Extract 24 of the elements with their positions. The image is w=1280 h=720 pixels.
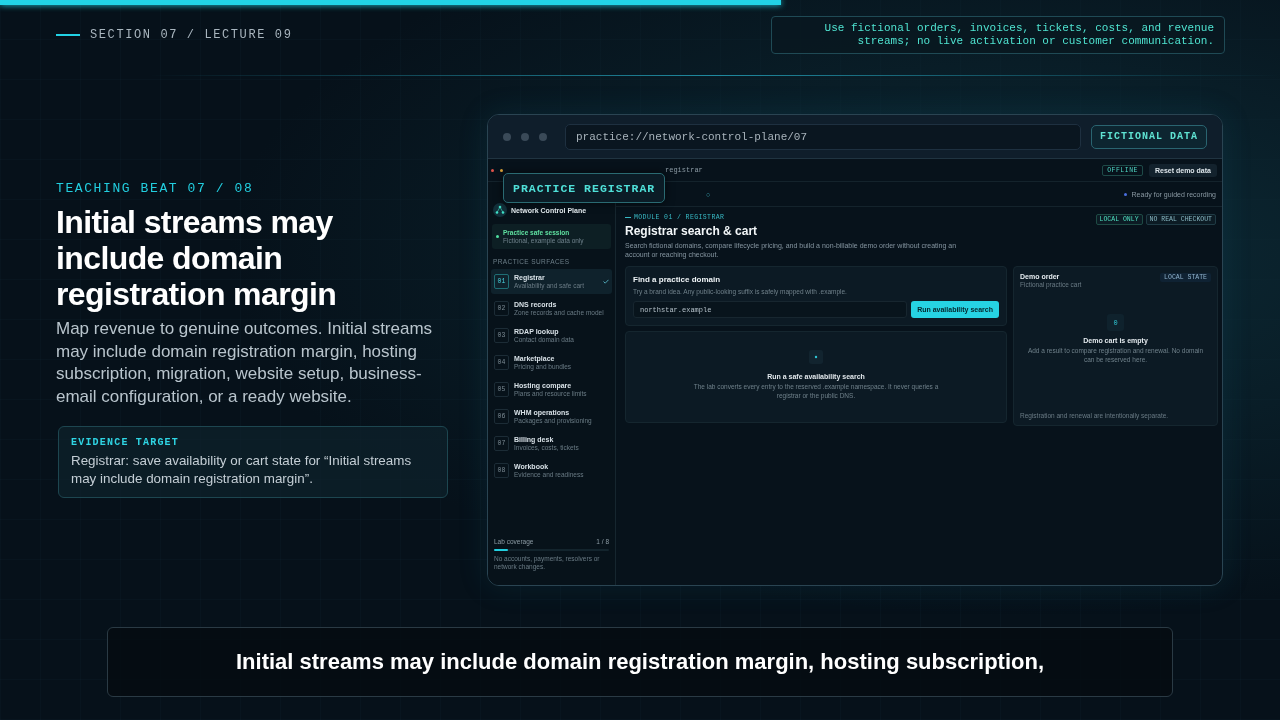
section-label: SECTION 07 / LECTURE 09 (90, 27, 293, 42)
notice-text: Use fictional orders, invoices, tickets, costs, and revenue streams; no live activation or customer communication. (771, 16, 1225, 54)
window-dot-icon (539, 132, 547, 141)
page-title: Registrar search & cart (625, 224, 759, 238)
evidence-label: EVIDENCE TARGET (71, 437, 180, 449)
dash-icon (56, 33, 80, 36)
beat-label: TEACHING BEAT 07 / 08 (56, 181, 255, 196)
card-title: Find a practice domain (633, 275, 722, 284)
window-dot-icon (500, 168, 503, 172)
window-dot-icon (521, 132, 529, 141)
window-dot-icon (503, 132, 511, 141)
network-icon (493, 203, 507, 217)
status-dot-icon (496, 235, 499, 238)
lesson-body: Map revenue to genuine outcomes. Initial streams may include domain registration margin, hosting subscription, migration, website setup, business-email configuration, or a ready website. (56, 318, 434, 408)
registrar-badge: PRACTICE REGISTRAR (503, 173, 666, 203)
status-dot-icon (1123, 192, 1127, 196)
check-icon (603, 279, 609, 284)
window-dot-icon (491, 168, 494, 172)
evidence-text: Registrar: save availability or cart state for “Initial streams may include domain registration margin”. (71, 452, 413, 488)
fictional-data-badge: FICTIONAL DATA (1091, 124, 1207, 149)
address-bar[interactable]: practice://network-control-plane/07 (565, 123, 1081, 150)
lesson-title: Initial streams may include domain registration margin (56, 204, 338, 312)
caption-text: Initial streams may include domain registration margin, hosting subscription, (107, 627, 1173, 697)
dash-icon (625, 217, 631, 218)
